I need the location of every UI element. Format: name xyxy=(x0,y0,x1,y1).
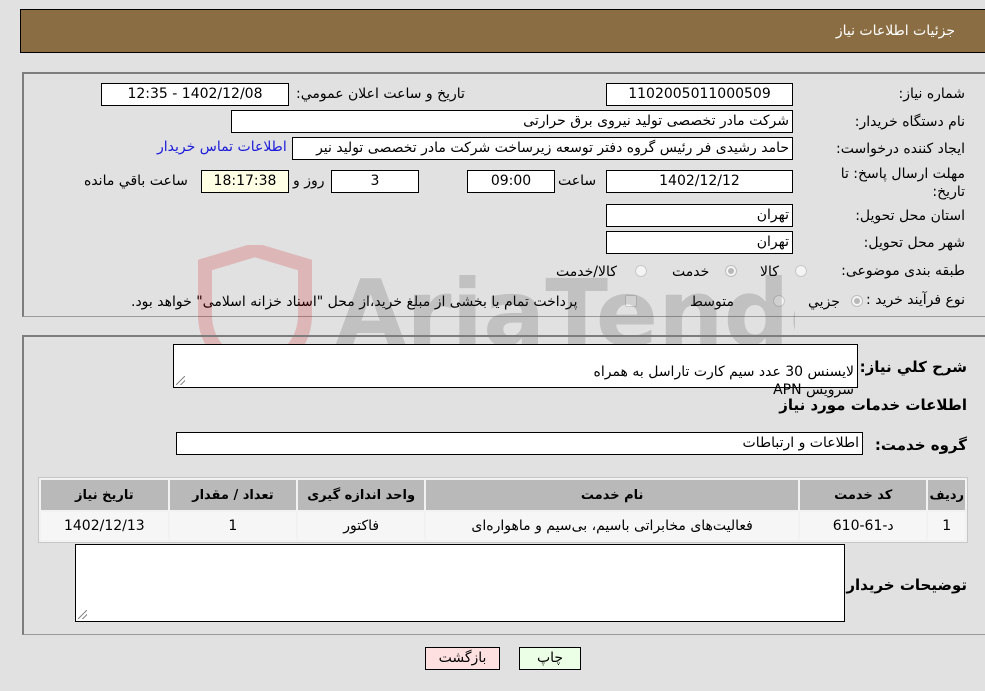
service-group-label: گروه خدمت: xyxy=(874,436,967,454)
deadline-time-field: 09:00 xyxy=(467,170,555,193)
need-number-label: شماره نياز: xyxy=(898,86,966,102)
province-field: تهران xyxy=(606,204,793,227)
resize-handle-icon[interactable] xyxy=(176,376,185,385)
deadline-time-label: ساعت xyxy=(558,173,597,189)
city-label: شهر محل تحويل: xyxy=(863,235,965,251)
buyer-org-field: شرکت مادر تخصصی تولید نیروی برق حرارتی xyxy=(231,110,793,133)
col-quantity: تعداد / مقدار xyxy=(169,480,297,510)
print-button[interactable]: چاپ xyxy=(519,647,581,670)
services-table-header: رديف کد خدمت نام خدمت واحد اندازه گيری ت… xyxy=(41,480,965,510)
col-service-code: کد خدمت xyxy=(799,480,927,510)
city-field: تهران xyxy=(606,231,793,254)
buyer-contact-link[interactable]: اطلاعات تماس خريدار xyxy=(157,139,287,155)
cell-service-code: د-61-610 xyxy=(799,512,927,540)
cell-unit: فاکتور xyxy=(298,512,425,540)
category-radio-goods-service[interactable] xyxy=(635,265,647,277)
col-need-date: تاريخ نياز xyxy=(41,480,168,510)
services-section-title: اطلاعات خدمات مورد نياز xyxy=(779,396,967,414)
resize-handle-icon[interactable] xyxy=(78,610,87,619)
announce-date-field: 1402/12/08 - 12:35 xyxy=(101,83,289,106)
process-option-medium: متوسط xyxy=(690,294,734,310)
buyer-notes-label: توضيحات خريدار: xyxy=(840,576,967,594)
category-option-goods: کالا xyxy=(760,264,779,280)
remaining-time-label: ساعت باقي مانده xyxy=(84,173,188,189)
process-type-label: نوع فرآيند خريد : xyxy=(866,292,965,308)
days-remaining-field: 3 xyxy=(331,170,419,193)
province-label: استان محل تحويل: xyxy=(855,208,965,224)
treasury-payment-checkbox[interactable] xyxy=(625,295,637,307)
description-label: شرح کلي نياز: xyxy=(859,358,967,376)
col-unit: واحد اندازه گيری xyxy=(298,480,425,510)
announce-date-label: تاريخ و ساعت اعلان عمومي: xyxy=(296,86,465,102)
col-service-name: نام خدمت xyxy=(426,480,798,510)
process-option-minor: جزيي xyxy=(808,294,840,310)
buyer-org-label: نام دستگاه خريدار: xyxy=(854,114,965,130)
deadline-date-field: 1402/12/12 xyxy=(606,170,793,193)
category-option-goods-service: کالا/خدمت xyxy=(556,264,617,280)
need-number-field: 1102005011000509 xyxy=(606,83,793,106)
requester-label: ايجاد کننده درخواست: xyxy=(836,141,965,157)
table-row: 1 د-61-610 فعالیت‌های مخابراتی باسیم، بی… xyxy=(41,512,965,540)
category-radio-service[interactable] xyxy=(725,265,737,277)
back-button[interactable]: بازگشت xyxy=(425,647,500,670)
treasury-payment-note: پرداخت تمام يا بخشی از مبلغ خريد،از محل … xyxy=(131,294,578,310)
requester-field: حامد رشیدی فر رئیس گروه دفتر توسعه زیرسا… xyxy=(292,137,793,160)
process-radio-minor[interactable] xyxy=(851,295,863,307)
cell-quantity: 1 xyxy=(169,512,297,540)
category-option-service: خدمت xyxy=(672,264,710,280)
cell-service-name: فعالیت‌های مخابراتی باسیم، بی‌سیم و ماهو… xyxy=(426,512,798,540)
days-label: روز و xyxy=(293,173,325,189)
cell-row-number: 1 xyxy=(928,512,965,540)
category-radio-goods[interactable] xyxy=(795,265,807,277)
service-group-field: اطلاعات و ارتباطات xyxy=(176,432,863,455)
description-textarea[interactable]: لایسنس 30 عدد سیم کارت تاراسل به همراه س… xyxy=(173,344,858,398)
process-radio-medium[interactable] xyxy=(773,295,785,307)
deadline-label: مهلت ارسال پاسخ: تا تاريخ: xyxy=(840,166,965,200)
page-header: جزئيات اطلاعات نياز xyxy=(20,9,985,53)
services-table: رديف کد خدمت نام خدمت واحد اندازه گيری ت… xyxy=(38,477,968,543)
page-title: جزئيات اطلاعات نياز xyxy=(835,23,955,39)
buyer-notes-textarea[interactable] xyxy=(75,544,845,622)
cell-need-date: 1402/12/13 xyxy=(41,512,168,540)
remaining-time-field: 18:17:38 xyxy=(201,170,289,193)
col-row-number: رديف xyxy=(928,480,965,510)
category-label: طبقه بندی موضوعی: xyxy=(841,263,965,279)
